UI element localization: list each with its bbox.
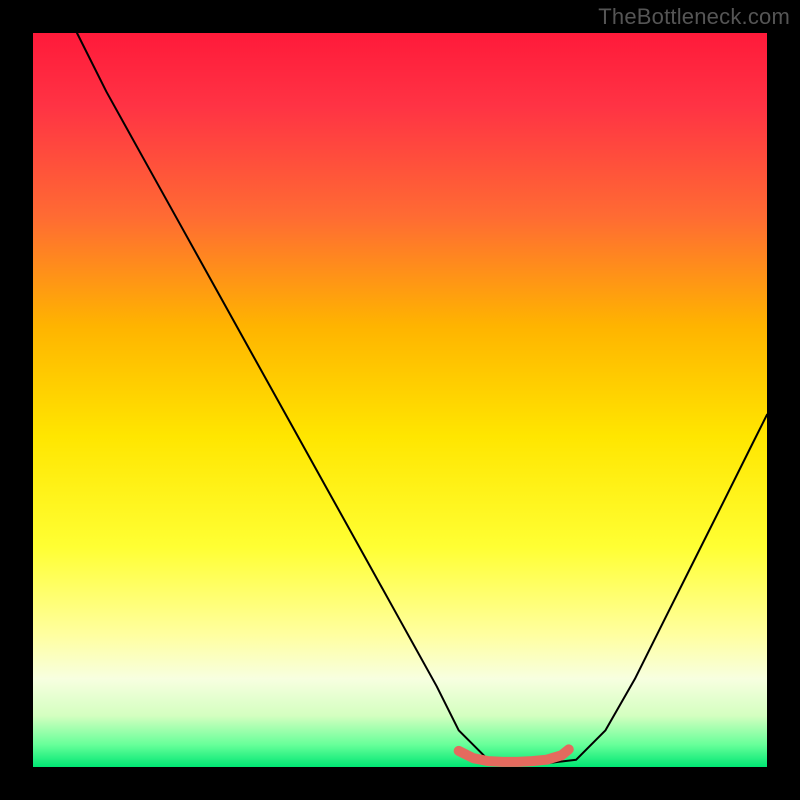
chart-svg [0, 0, 800, 800]
watermark-text: TheBottleneck.com [598, 4, 790, 30]
bottleneck-chart [0, 0, 800, 800]
plot-background [33, 33, 767, 767]
